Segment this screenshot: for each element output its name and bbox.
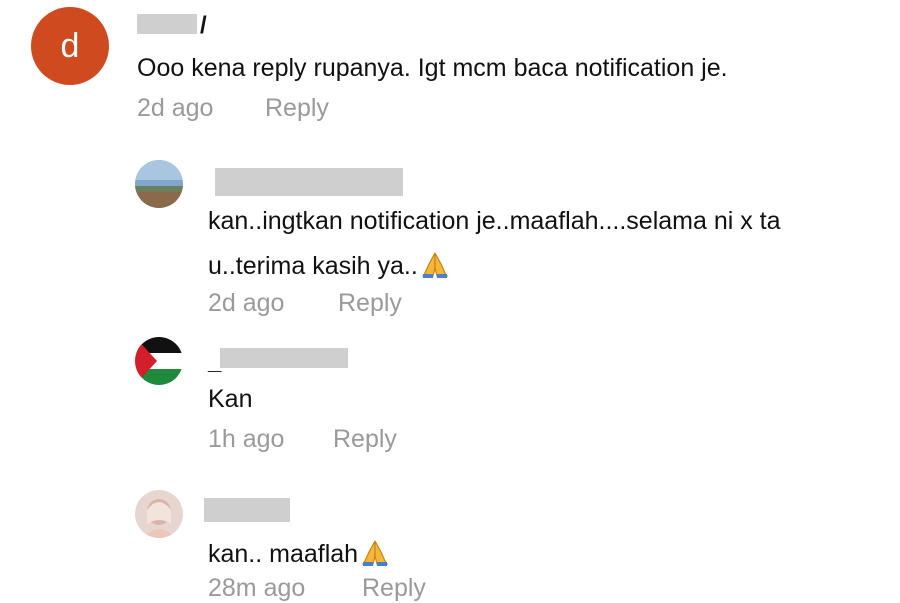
landscape-avatar-image <box>135 160 183 208</box>
avatar[interactable] <box>135 490 183 538</box>
timestamp: 2d ago <box>137 94 214 122</box>
timestamp: 28m ago <box>208 574 306 602</box>
flag-avatar-image <box>135 337 183 385</box>
username-redaction <box>137 14 197 34</box>
comment-text: kan.. maaflah <box>208 540 359 568</box>
username-redaction <box>215 168 403 196</box>
username-redaction <box>204 498 290 522</box>
timestamp: 2d ago <box>208 289 285 317</box>
comment-text-line-2: u..terima kasih ya.. <box>208 252 418 280</box>
username[interactable]: / <box>200 12 207 40</box>
comment-text: Ooo kena reply rupanya. Igt mcm baca not… <box>137 54 728 82</box>
comment-text: Kan <box>208 385 253 413</box>
person-avatar-image <box>135 490 183 538</box>
avatar[interactable]: d <box>31 7 109 85</box>
reply-button[interactable]: Reply <box>333 425 397 454</box>
username-redaction <box>220 348 348 368</box>
folded-hands-emoji-icon <box>421 252 448 278</box>
avatar[interactable] <box>135 337 183 385</box>
reply-button[interactable]: Reply <box>338 289 402 318</box>
avatar-letter: d <box>60 26 80 65</box>
reply-button[interactable]: Reply <box>362 574 426 603</box>
comment-text-container: kan.. maaflah <box>208 538 390 569</box>
timestamp: 1h ago <box>208 425 285 453</box>
comment-text-line-2-container: u..terima kasih ya.. <box>208 250 450 281</box>
avatar[interactable] <box>135 160 183 208</box>
folded-hands-emoji-icon <box>361 540 389 566</box>
comment-text-line-1: kan..ingtkan notification je..maaflah...… <box>208 207 781 235</box>
reply-button[interactable]: Reply <box>265 94 329 123</box>
